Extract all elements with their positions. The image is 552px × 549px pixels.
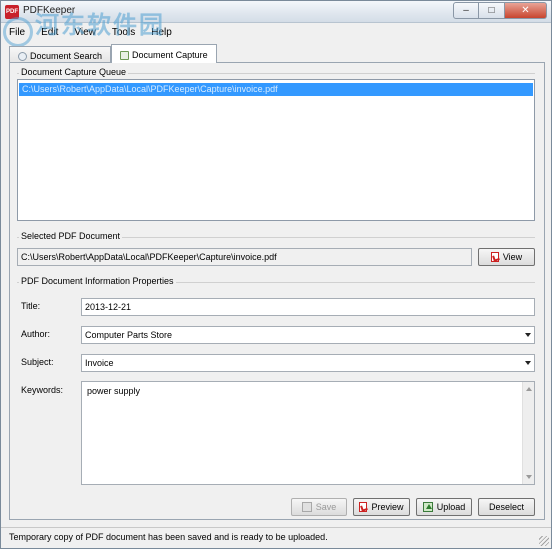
scroll-up-icon[interactable] (526, 387, 532, 391)
maximize-button[interactable]: □ (479, 2, 505, 19)
author-value: Computer Parts Store (85, 330, 173, 340)
resize-grip-icon[interactable] (539, 536, 549, 546)
title-field[interactable]: 2013-12-21 (81, 298, 535, 316)
author-label: Author: (21, 329, 51, 339)
title-bar[interactable]: PDF PDFKeeper – □ ✕ (1, 1, 551, 23)
save-icon (301, 502, 312, 512)
menu-edit[interactable]: Edit (33, 24, 66, 42)
chevron-down-icon[interactable] (525, 361, 531, 365)
capture-queue-list[interactable]: C:\Users\Robert\AppData\Local\PDFKeeper\… (17, 79, 535, 221)
upload-button[interactable]: Upload (416, 498, 472, 516)
app-icon: PDF (5, 5, 19, 19)
tab-strip: Document Search Document Capture (9, 44, 217, 63)
deselect-button[interactable]: Deselect (478, 498, 535, 516)
capture-icon (120, 50, 130, 60)
subject-combo[interactable]: Invoice (81, 354, 535, 372)
keywords-textarea[interactable]: power supply (81, 381, 535, 485)
pdf-icon (490, 252, 499, 262)
menu-help[interactable]: Help (143, 24, 180, 42)
keywords-label: Keywords: (21, 385, 64, 395)
window-controls: – □ ✕ (453, 2, 547, 19)
tab-document-capture[interactable]: Document Capture (111, 44, 217, 63)
list-item[interactable]: C:\Users\Robert\AppData\Local\PDFKeeper\… (19, 83, 533, 96)
window-title: PDFKeeper (23, 5, 76, 16)
subject-label: Subject: (21, 357, 54, 367)
minimize-button[interactable]: – (453, 2, 479, 19)
close-button[interactable]: ✕ (505, 2, 547, 19)
author-combo[interactable]: Computer Parts Store (81, 326, 535, 344)
title-label: Title: (21, 301, 41, 311)
view-button[interactable]: View (478, 248, 535, 266)
subject-value: Invoice (85, 358, 114, 368)
view-label: View (502, 252, 523, 262)
save-label: Save (315, 502, 337, 512)
info-group-label: PDF Document Information Properties (19, 276, 176, 286)
menu-view[interactable]: View (66, 24, 104, 42)
scroll-down-icon[interactable] (526, 475, 532, 479)
preview-label: Preview (371, 502, 404, 512)
preview-button[interactable]: Preview (353, 498, 410, 516)
chevron-down-icon[interactable] (525, 333, 531, 337)
selected-group-label: Selected PDF Document (19, 231, 123, 241)
pdf-icon (359, 502, 368, 512)
upload-label: Upload (436, 502, 466, 512)
status-text: Temporary copy of PDF document has been … (9, 532, 328, 542)
deselect-label: Deselect (488, 502, 524, 512)
menu-tools[interactable]: Tools (104, 24, 143, 42)
app-window: PDF PDFKeeper – □ ✕ File Edit View Tools… (0, 0, 552, 549)
tab-label: Document Capture (132, 50, 208, 60)
upload-icon (422, 502, 433, 512)
keywords-scrollbar[interactable] (522, 382, 534, 484)
menu-file[interactable]: File (1, 24, 33, 42)
tab-label: Document Search (30, 51, 103, 61)
tab-document-search[interactable]: Document Search (9, 46, 112, 63)
save-button[interactable]: Save (291, 498, 347, 516)
queue-group-label: Document Capture Queue (19, 67, 129, 77)
search-icon (18, 51, 27, 61)
menu-bar: File Edit View Tools Help (1, 24, 551, 42)
keywords-value: power supply (87, 386, 141, 396)
selected-path-field[interactable]: C:\Users\Robert\AppData\Local\PDFKeeper\… (17, 248, 472, 266)
status-bar: Temporary copy of PDF document has been … (1, 527, 551, 548)
